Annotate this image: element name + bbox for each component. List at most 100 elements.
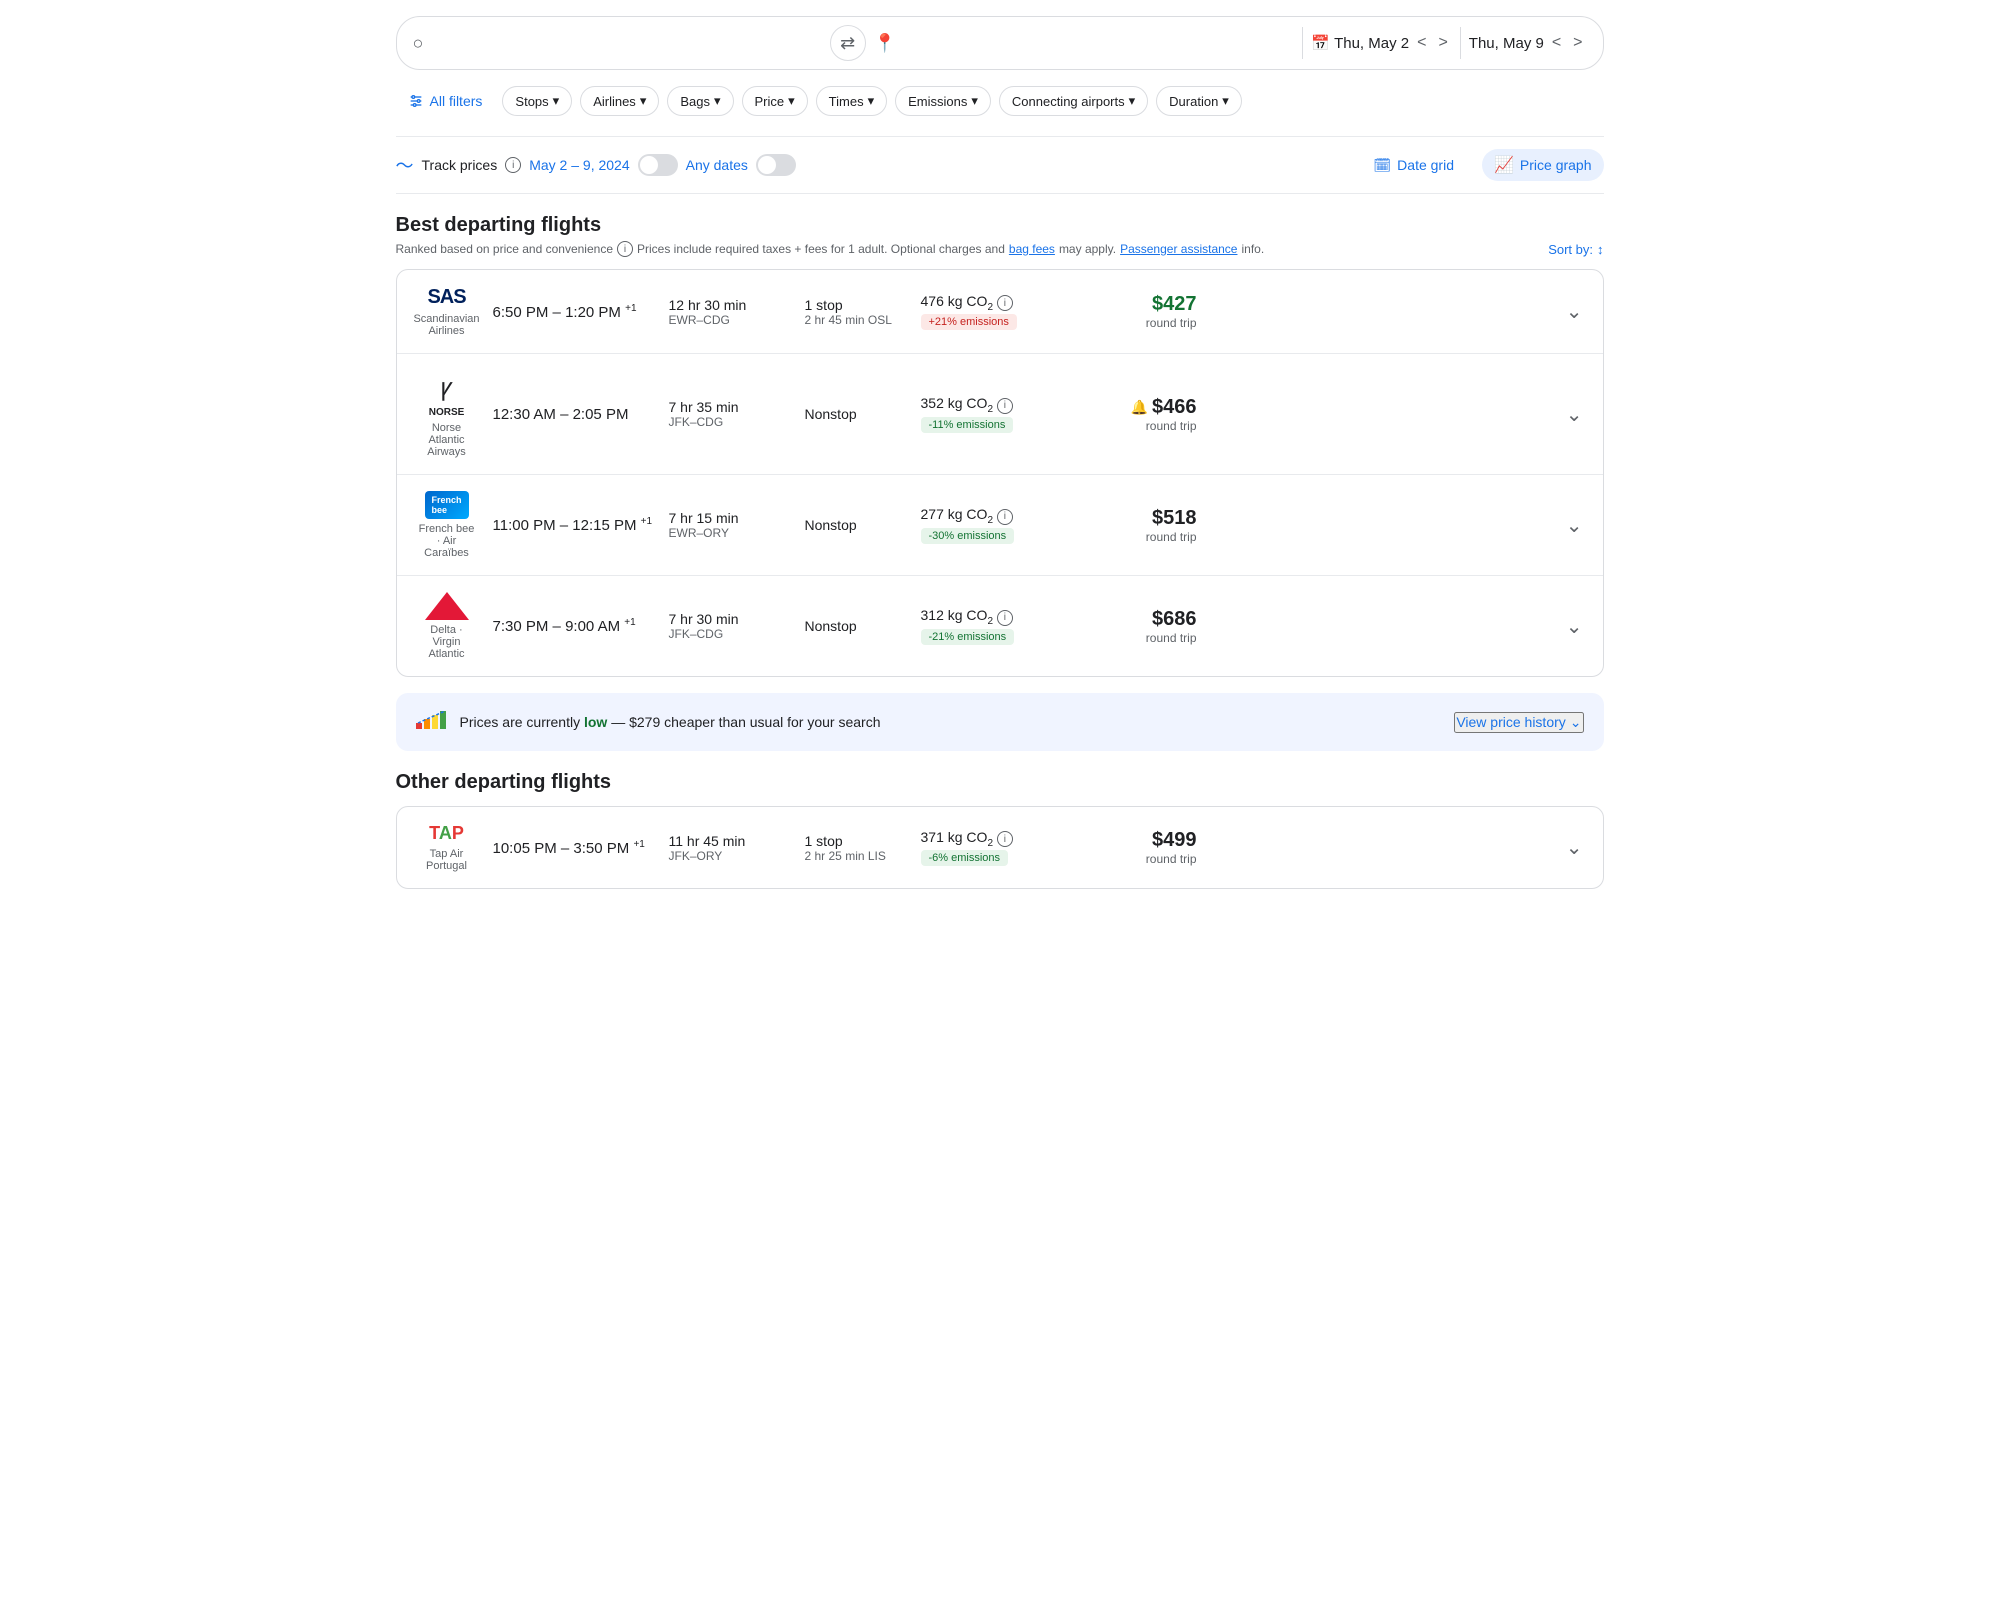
sort-icon: ↕: [1597, 242, 1604, 257]
flight-times-2: 11:00 PM – 12:15 PM +1: [493, 516, 653, 534]
flight-times-0: 6:50 PM – 1:20 PM +1: [493, 303, 653, 321]
flight-price-0: $427 round trip: [1097, 293, 1197, 330]
passenger-link[interactable]: Passenger assistance: [1120, 242, 1237, 256]
date-to-next[interactable]: >: [1569, 30, 1586, 56]
flight-emissions-tap: 371 kg CO2 i -6% emissions: [921, 829, 1081, 867]
origin-icon: ○: [413, 33, 424, 54]
destination-input[interactable]: Paris: [904, 34, 1294, 52]
flight-duration-3: 7 hr 30 min JFK–CDG: [669, 611, 789, 641]
flight-price-2: $518 round trip: [1097, 507, 1197, 544]
any-dates-toggle[interactable]: [756, 154, 796, 176]
track-toggle[interactable]: [638, 154, 678, 176]
flight-duration-0: 12 hr 30 min EWR–CDG: [669, 297, 789, 327]
price-graph-label: Price graph: [1520, 157, 1592, 173]
flight-times-tap: 10:05 PM – 3:50 PM +1: [493, 839, 653, 857]
date-to-prev[interactable]: <: [1548, 30, 1565, 56]
filter-stops[interactable]: Stops ▾: [502, 86, 572, 116]
date-divider: [1460, 27, 1461, 59]
date-from-next[interactable]: >: [1434, 30, 1451, 56]
swap-button[interactable]: ⇄: [830, 25, 866, 61]
airline-logo-tap: TAP Tap Air Portugal: [417, 823, 477, 872]
best-flights-title: Best departing flights: [396, 214, 1604, 237]
filter-emissions[interactable]: Emissions ▾: [895, 86, 991, 116]
track-right: 🗓 Date grid 📈 Price graph: [1361, 149, 1603, 181]
flight-row[interactable]: TAP Tap Air Portugal 10:05 PM – 3:50 PM …: [397, 807, 1603, 888]
track-bar: 〜 Track prices i May 2 – 9, 2024 Any dat…: [396, 136, 1604, 194]
track-date-range: May 2 – 9, 2024: [529, 157, 629, 173]
date-to-nav: Thu, May 9 < >: [1469, 30, 1587, 56]
origin-input[interactable]: New York: [431, 34, 821, 52]
flight-row[interactable]: ꝩ NORSE Norse Atlantic Airways 12:30 AM …: [397, 354, 1603, 475]
date-grid-icon: 🗓: [1373, 157, 1391, 174]
track-label: Track prices: [422, 157, 498, 173]
flight-duration-1: 7 hr 35 min JFK–CDG: [669, 399, 789, 429]
other-flights-title: Other departing flights: [396, 771, 1604, 794]
other-flights-list: TAP Tap Air Portugal 10:05 PM – 3:50 PM …: [396, 806, 1604, 889]
flight-emissions-3: 312 kg CO2 i -21% emissions: [921, 607, 1081, 645]
flight-row[interactable]: Frenchbee French bee · Air Caraïbes 11:0…: [397, 475, 1603, 576]
date-from: Thu, May 2: [1334, 35, 1409, 52]
flight-stops-tap: 1 stop 2 hr 25 min LIS: [805, 833, 905, 863]
flight-emissions-1: 352 kg CO2 i -11% emissions: [921, 395, 1081, 433]
bag-fees-link[interactable]: bag fees: [1009, 242, 1055, 256]
all-filters-button[interactable]: All filters: [396, 87, 495, 115]
destination-icon: 📍: [874, 33, 896, 54]
emissions-info-0[interactable]: i: [997, 295, 1013, 311]
best-flights-section: Best departing flights Ranked based on p…: [396, 214, 1604, 677]
emissions-info-2[interactable]: i: [997, 509, 1013, 525]
date-from-prev[interactable]: <: [1413, 30, 1430, 56]
filter-price[interactable]: Price ▾: [742, 86, 808, 116]
flight-stops-2: Nonstop: [805, 517, 905, 533]
info-icon[interactable]: i: [505, 157, 521, 173]
airline-logo-sas: SAS Scandinavian Airlines: [417, 286, 477, 337]
price-banner: Prices are currently low — $279 cheaper …: [396, 693, 1604, 751]
airline-logo-norse: ꝩ NORSE Norse Atlantic Airways: [417, 370, 477, 458]
expand-button-3[interactable]: ⌄: [1566, 614, 1583, 639]
flight-stops-1: Nonstop: [805, 406, 905, 422]
emissions-info-3[interactable]: i: [997, 610, 1013, 626]
flight-row[interactable]: Delta · Virgin Atlantic 7:30 PM – 9:00 A…: [397, 576, 1603, 676]
expand-button-1[interactable]: ⌄: [1566, 402, 1583, 427]
date-grid-button[interactable]: 🗓 Date grid: [1361, 151, 1466, 180]
search-divider: [1302, 27, 1303, 59]
emissions-info-tap[interactable]: i: [997, 831, 1013, 847]
view-price-history-button[interactable]: View price history ⌄: [1454, 712, 1583, 733]
flight-price-3: $686 round trip: [1097, 608, 1197, 645]
filter-duration[interactable]: Duration ▾: [1156, 86, 1242, 116]
flight-stops-0: 1 stop 2 hr 45 min OSL: [805, 297, 905, 327]
filter-times[interactable]: Times ▾: [816, 86, 887, 116]
filters-bar: All filters Stops ▾ Airlines ▾ Bags ▾ Pr…: [396, 86, 1604, 116]
expand-button-0[interactable]: ⌄: [1566, 299, 1583, 324]
filter-bags[interactable]: Bags ▾: [667, 86, 733, 116]
track-left: 〜 Track prices i May 2 – 9, 2024 Any dat…: [396, 152, 1346, 178]
any-dates-label: Any dates: [686, 157, 748, 173]
price-banner-text: Prices are currently low — $279 cheaper …: [460, 714, 1443, 730]
expand-button-tap[interactable]: ⌄: [1566, 835, 1583, 860]
other-flights-section: Other departing flights TAP Tap Air Port…: [396, 771, 1604, 889]
date-grid-label: Date grid: [1397, 157, 1454, 173]
price-level-icon: [416, 709, 448, 735]
flight-price-tap: $499 round trip: [1097, 829, 1197, 866]
airline-logo-delta: Delta · Virgin Atlantic: [417, 592, 477, 660]
filter-connecting[interactable]: Connecting airports ▾: [999, 86, 1148, 116]
emissions-info-1[interactable]: i: [997, 398, 1013, 414]
ranked-info-icon[interactable]: i: [617, 241, 633, 257]
flight-times-1: 12:30 AM – 2:05 PM: [493, 406, 653, 423]
airline-logo-frenchbee: Frenchbee French bee · Air Caraïbes: [417, 491, 477, 559]
expand-button-2[interactable]: ⌄: [1566, 513, 1583, 538]
price-graph-button[interactable]: 📈 Price graph: [1482, 149, 1604, 181]
bell-icon-1: 🔔: [1131, 399, 1148, 416]
flight-duration-2: 7 hr 15 min EWR–ORY: [669, 510, 789, 540]
date-to: Thu, May 9: [1469, 35, 1544, 52]
filter-airlines[interactable]: Airlines ▾: [580, 86, 659, 116]
flight-price-1: 🔔 $466 round trip: [1097, 396, 1197, 433]
price-graph-icon: 📈: [1494, 155, 1514, 175]
flight-times-3: 7:30 PM – 9:00 AM +1: [493, 617, 653, 635]
flight-row[interactable]: SAS Scandinavian Airlines 6:50 PM – 1:20…: [397, 270, 1603, 354]
sort-by[interactable]: Sort by: ↕: [1548, 242, 1603, 257]
flight-stops-3: Nonstop: [805, 618, 905, 634]
date-from-nav: 📅 Thu, May 2 < >: [1311, 30, 1451, 56]
search-bar: ○ New York ⇄ 📍 Paris 📅 Thu, May 2 < > Th…: [396, 16, 1604, 70]
sliders-icon: [408, 93, 424, 109]
chevron-down-icon: ⌄: [1570, 714, 1582, 731]
